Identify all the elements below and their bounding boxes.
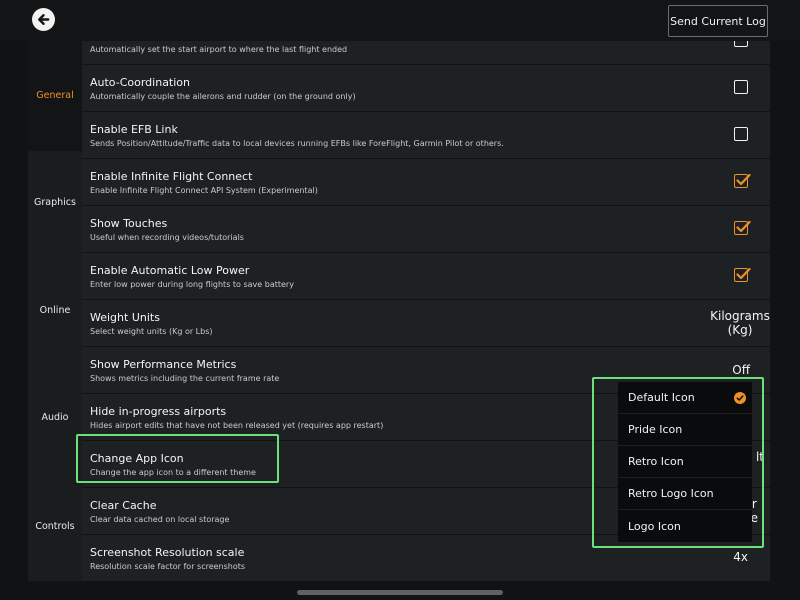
- settings-row-efb-link[interactable]: Enable EFB Link Sends Position/Attitude/…: [82, 111, 770, 157]
- row-title: Change App Icon: [90, 452, 184, 465]
- settings-sidebar: General Graphics Online Audio Controls: [28, 41, 82, 581]
- row-title: Clear Cache: [90, 499, 157, 512]
- row-title: Show Performance Metrics: [90, 358, 237, 371]
- settings-row-flight-connect[interactable]: Enable Infinite Flight Connect Enable In…: [82, 158, 770, 204]
- row-title: Enable EFB Link: [90, 123, 178, 136]
- settings-row-low-power[interactable]: Enable Automatic Low Power Enter low pow…: [82, 252, 770, 298]
- row-title: Enable Infinite Flight Connect: [90, 170, 253, 183]
- option-logo-icon[interactable]: Logo Icon: [618, 510, 752, 542]
- row-title: Screenshot Resolution scale: [90, 546, 245, 559]
- efb-link-checkbox[interactable]: [734, 127, 748, 141]
- row-subtitle: Change the app icon to a different theme: [90, 468, 256, 477]
- tab-graphics[interactable]: Graphics: [28, 197, 82, 208]
- row-subtitle: Shows metrics including the current fram…: [90, 374, 280, 383]
- flight-connect-checkbox[interactable]: [734, 173, 751, 188]
- row-subtitle: Hides airport edits that have not been r…: [90, 421, 384, 430]
- settings-row-weight-units[interactable]: Weight Units Select weight units (Kg or …: [82, 299, 770, 345]
- show-touches-checkbox[interactable]: [734, 220, 751, 235]
- option-pride-icon[interactable]: Pride Icon: [618, 414, 752, 446]
- start-airport-checkbox[interactable]: [734, 41, 748, 47]
- row-subtitle: Automatically set the start airport to w…: [90, 45, 348, 54]
- low-power-checkbox[interactable]: [734, 267, 751, 282]
- row-subtitle: Sends Position/Attitude/Traffic data to …: [90, 139, 504, 148]
- option-label: Default Icon: [628, 391, 695, 404]
- row-title: Weight Units: [90, 311, 160, 324]
- row-subtitle: Resolution scale factor for screenshots: [90, 562, 246, 571]
- weight-units-value[interactable]: Kilograms (Kg): [710, 309, 770, 337]
- screenshot-scale-value[interactable]: 4x: [733, 550, 748, 564]
- row-title: Show Touches: [90, 217, 168, 230]
- checkmark-icon: [736, 173, 751, 186]
- row-subtitle: Automatically couple the ailerons and ru…: [90, 92, 356, 101]
- home-indicator[interactable]: [297, 590, 503, 595]
- send-current-log-button[interactable]: Send Current Log: [668, 5, 768, 37]
- top-bar: Send Current Log: [0, 0, 800, 41]
- settings-row-show-touches[interactable]: Show Touches Useful when recording video…: [82, 205, 770, 251]
- value-line-2: (Kg): [727, 323, 753, 337]
- arrow-left-icon: [38, 14, 50, 25]
- option-retro-logo-icon[interactable]: Retro Logo Icon: [618, 478, 752, 510]
- row-subtitle: Enter low power during long flights to s…: [90, 280, 294, 289]
- option-default-icon[interactable]: Default Icon: [618, 382, 752, 414]
- settings-row-start-airport[interactable]: Automatically set the start airport to w…: [82, 41, 770, 63]
- row-subtitle: Clear data cached on local storage: [90, 515, 230, 524]
- checkmark-icon: [736, 267, 751, 280]
- tab-audio[interactable]: Audio: [28, 412, 82, 423]
- tab-online[interactable]: Online: [28, 305, 82, 316]
- row-subtitle: Select weight units (Kg or Lbs): [90, 327, 213, 336]
- row-title: Enable Automatic Low Power: [90, 264, 250, 277]
- performance-metrics-value[interactable]: Off: [732, 363, 750, 377]
- row-subtitle: Useful when recording videos/tutorials: [90, 233, 244, 242]
- tab-general[interactable]: General: [28, 41, 82, 151]
- checkmark-icon: [736, 220, 751, 233]
- auto-coordination-checkbox[interactable]: [734, 80, 748, 94]
- selected-check-icon: [734, 392, 746, 404]
- row-title: Hide in-progress airports: [90, 405, 227, 418]
- option-retro-icon[interactable]: Retro Icon: [618, 446, 752, 478]
- settings-row-auto-coordination[interactable]: Auto-Coordination Automatically couple t…: [82, 64, 770, 110]
- app-icon-value[interactable]: lt: [756, 450, 764, 464]
- row-subtitle: Enable Infinite Flight Connect API Syste…: [90, 186, 318, 195]
- back-button[interactable]: [32, 8, 55, 31]
- app-icon-dropdown: Default Icon Pride Icon Retro Icon Retro…: [618, 382, 752, 542]
- row-title: Auto-Coordination: [90, 76, 191, 89]
- value-line-1: Kilograms: [710, 309, 770, 323]
- tab-controls[interactable]: Controls: [28, 521, 82, 532]
